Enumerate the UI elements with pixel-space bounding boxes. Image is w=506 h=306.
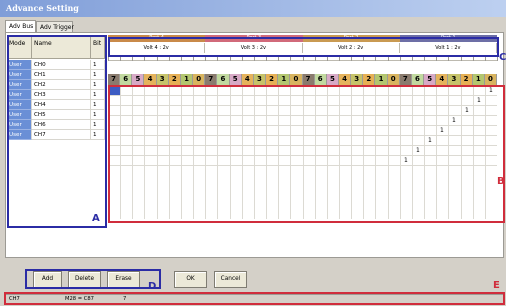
adv-bus-panel: Mode Name Bit User CH0 1 User CH1 1 User CH2 1 Us… — [5, 32, 506, 258]
bit-number: 7 — [205, 74, 218, 85]
bit-number: 0 — [387, 74, 400, 85]
annotation-box-b — [108, 85, 505, 223]
bit-number: 0 — [290, 74, 303, 85]
bit-number: 4 — [338, 74, 352, 85]
bit-number: 2 — [168, 74, 181, 85]
annotation-label-e: E — [493, 280, 500, 291]
ok-button[interactable]: OK — [174, 271, 207, 288]
bit-number: 4 — [241, 74, 254, 85]
bit-number: 5 — [326, 74, 339, 85]
bit-number: 3 — [448, 74, 461, 85]
bit-number: 4 — [144, 74, 157, 85]
bit-number-row: 76543210765432107654321076543210 — [108, 74, 497, 85]
annotation-box-a — [7, 35, 107, 228]
bit-number: 5 — [229, 74, 242, 85]
annotation-label-b: B — [497, 176, 505, 187]
bit-number: 1 — [472, 74, 485, 85]
annotation-box-e — [4, 292, 505, 305]
annotation-label-c: C — [499, 52, 506, 63]
annotation-label-d: D — [148, 281, 157, 292]
annotation-box-d — [25, 269, 161, 289]
title-bar: Advance Setting — [0, 0, 506, 17]
bit-number: 1 — [180, 74, 194, 85]
bit-number: 0 — [193, 74, 206, 85]
bit-number: 3 — [253, 74, 267, 85]
bit-number: 5 — [132, 74, 145, 85]
bit-number: 7 — [399, 74, 412, 85]
bit-number: 5 — [424, 74, 437, 85]
cancel-button[interactable]: Cancel — [214, 271, 247, 288]
bit-number: 1 — [278, 74, 291, 85]
bit-number: 2 — [363, 74, 376, 85]
bit-number: 6 — [217, 74, 230, 85]
bit-number: 6 — [314, 74, 327, 85]
bit-number: 7 — [302, 74, 315, 85]
bit-number: 4 — [436, 74, 449, 85]
bit-number: 3 — [351, 74, 364, 85]
bit-number: 2 — [460, 74, 473, 85]
annotation-label-a: A — [92, 213, 100, 224]
bit-number: 2 — [266, 74, 279, 85]
bit-number: 3 — [156, 74, 169, 85]
bit-number: 6 — [120, 74, 133, 85]
window-title: Advance Setting — [6, 3, 79, 13]
bit-number: 1 — [375, 74, 388, 85]
bit-number: 6 — [411, 74, 425, 85]
bit-number: 0 — [484, 74, 497, 85]
bit-number: 7 — [108, 74, 121, 85]
annotation-box-c — [108, 37, 499, 57]
